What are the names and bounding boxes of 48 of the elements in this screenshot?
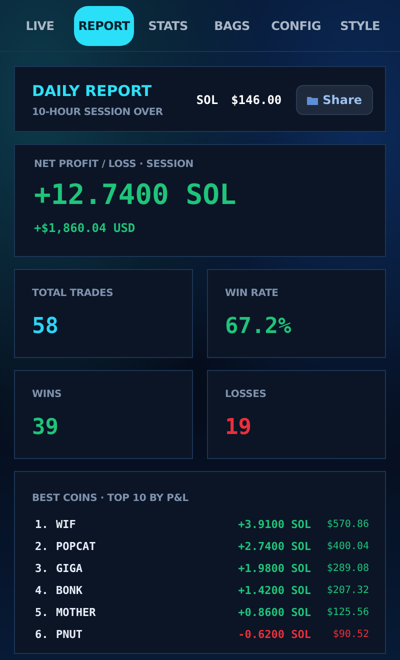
coin-name: MOTHER <box>56 606 97 618</box>
tab[interactable]: CONFIG <box>266 6 326 46</box>
stat-value: 67.2% <box>225 314 292 339</box>
tab[interactable]: STATS <box>138 6 198 46</box>
coin-rank: 6. <box>35 628 50 640</box>
net-profit-value: +12.7400 SOL <box>34 178 238 211</box>
coin-sol-pnl: +3.9100 SOL <box>238 518 311 530</box>
best-coins-label: BEST COINS · TOP 10 BY P&L <box>32 493 188 504</box>
stat-label: LOSSES <box>225 389 268 400</box>
token-price: $146.00 <box>231 93 282 107</box>
coin-usd-pnl: $207.32 <box>326 584 369 596</box>
folder-icon <box>306 96 318 104</box>
coin-sol-pnl: +1.4200 SOL <box>238 584 311 596</box>
stat-value: 39 <box>32 415 60 440</box>
coin-name: GIGA <box>56 562 84 574</box>
tab[interactable]: REPORT <box>74 6 134 46</box>
share-button[interactable]: Share <box>296 85 373 115</box>
stat-label: WINS <box>32 389 63 400</box>
coin-usd-pnl: $90.52 <box>332 628 369 640</box>
coin-sol-pnl: +2.7400 SOL <box>238 540 311 552</box>
coin-rank: 4. <box>35 584 50 596</box>
report-title: DAILY REPORT <box>32 82 153 100</box>
tab[interactable]: LIVE <box>10 6 70 46</box>
coin-sol-pnl: +0.8600 SOL <box>238 606 311 618</box>
report-subtitle: 10-HOUR SESSION OVER <box>32 107 164 118</box>
coin-rank: 5. <box>35 606 50 618</box>
coin-name: PNUT <box>56 628 84 640</box>
net-profit-usd: +$1,860.04 USD <box>34 221 136 235</box>
token-symbol: SOL <box>196 93 218 107</box>
coin-name: WIF <box>56 518 77 530</box>
coin-usd-pnl: $570.86 <box>326 518 369 530</box>
coin-sol-pnl: -0.6200 SOL <box>238 628 311 640</box>
coin-name: POPCAT <box>56 540 97 552</box>
stat-label: WIN RATE <box>225 288 280 299</box>
coin-sol-pnl: +1.9800 SOL <box>238 562 311 574</box>
stat-value: 58 <box>32 314 60 339</box>
net-profit-label: NET PROFIT / LOSS · SESSION <box>34 159 194 170</box>
coin-usd-pnl: $125.56 <box>326 606 369 618</box>
coin-usd-pnl: $289.08 <box>326 562 369 574</box>
stat-label: TOTAL TRADES <box>32 288 114 299</box>
coin-rank: 2. <box>35 540 50 552</box>
stat-value: 19 <box>225 415 252 440</box>
coin-rank: 1. <box>35 518 50 530</box>
coin-rank: 3. <box>35 562 50 574</box>
coin-usd-pnl: $400.04 <box>326 540 369 552</box>
tab[interactable]: STYLE <box>330 6 390 46</box>
coin-name: BONK <box>56 584 84 596</box>
tab[interactable]: BAGS <box>202 6 262 46</box>
